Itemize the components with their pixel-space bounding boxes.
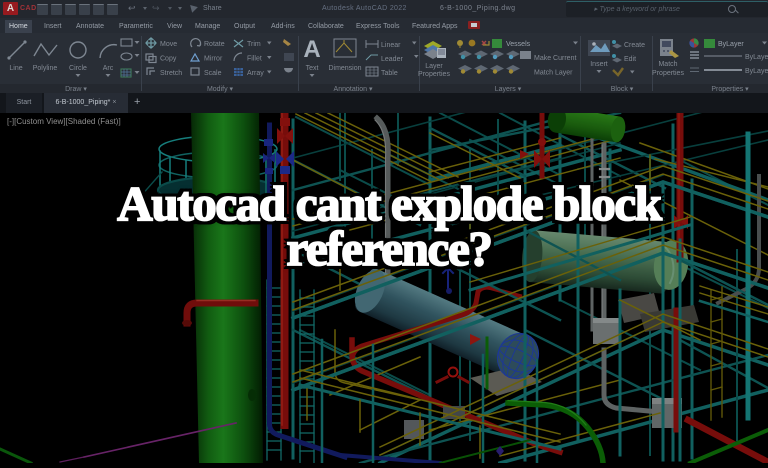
svg-text:Mirror: Mirror [204,56,223,63]
svg-text:Modify ▾: Modify ▾ [207,86,234,93]
svg-text:Fillet: Fillet [247,56,262,63]
svg-text:Text: Text [306,65,319,72]
svg-text:Layers ▾: Layers ▾ [495,86,522,93]
svg-text:Make Current: Make Current [534,55,576,62]
svg-text:Arc: Arc [103,65,114,72]
svg-text:Scale: Scale [204,70,222,77]
svg-text:Vessels: Vessels [506,41,531,48]
svg-text:Match: Match [658,61,677,68]
svg-text:Draw ▾: Draw ▾ [65,86,87,93]
svg-text:Array: Array [247,70,264,77]
svg-text:ByLayer: ByLayer [745,68,768,75]
svg-text:Block ▾: Block ▾ [611,86,634,93]
svg-text:Leader: Leader [381,56,403,63]
svg-text:ByLayer: ByLayer [745,54,768,61]
svg-text:Properties ▾: Properties ▾ [711,86,749,93]
svg-text:A: A [303,36,320,63]
svg-text:Table: Table [381,70,398,77]
svg-text:Linear: Linear [381,42,401,49]
svg-text:Rotate: Rotate [204,41,225,48]
svg-text:Circle: Circle [69,65,87,72]
svg-text:Edit: Edit [624,56,636,63]
svg-text:Annotation ▾: Annotation ▾ [334,86,373,93]
svg-text:ByLayer: ByLayer [718,41,744,48]
svg-text:Create: Create [624,42,645,49]
svg-text:Line: Line [9,65,22,72]
svg-text:Copy: Copy [160,56,177,63]
svg-text:Move: Move [160,41,177,48]
svg-text:Properties: Properties [418,71,450,78]
svg-text:Stretch: Stretch [160,70,182,77]
svg-text:Layer: Layer [425,63,443,70]
svg-text:Trim: Trim [247,41,261,48]
svg-text:Polyline: Polyline [33,65,58,72]
svg-text:Match Layer: Match Layer [534,70,573,77]
svg-text:Dimension: Dimension [328,65,361,72]
svg-text:Insert: Insert [590,61,608,68]
svg-text:Properties: Properties [652,70,684,77]
